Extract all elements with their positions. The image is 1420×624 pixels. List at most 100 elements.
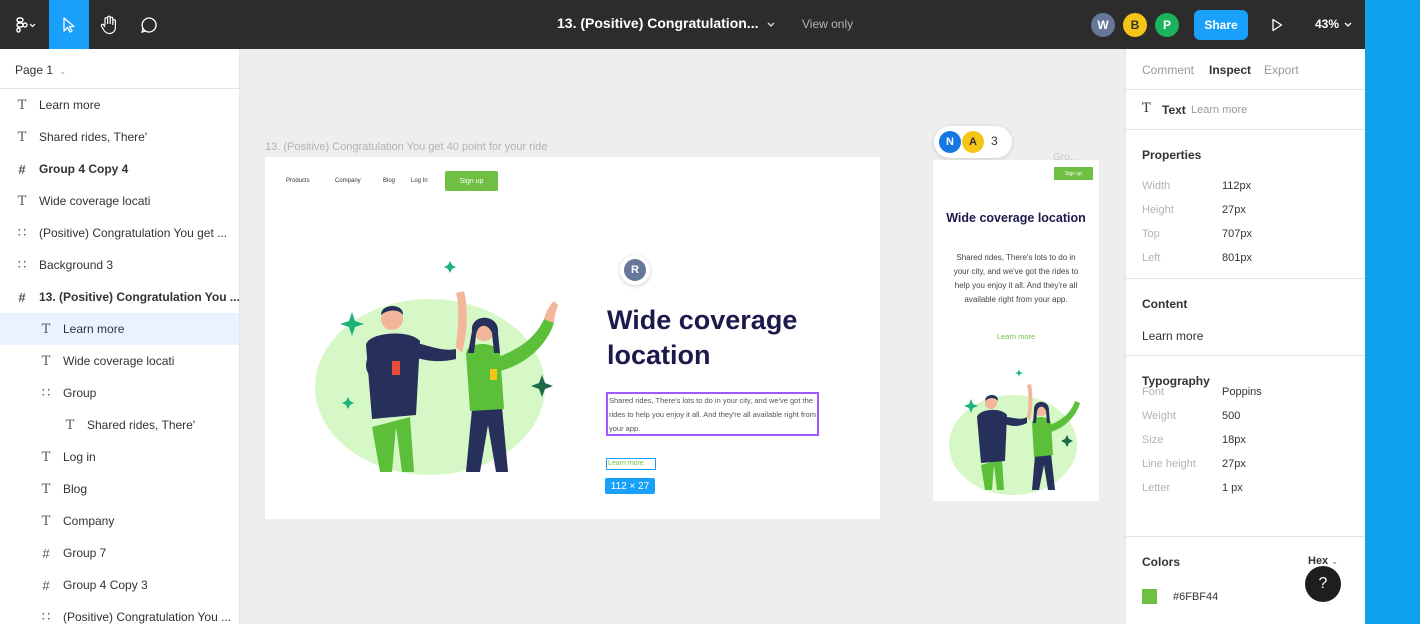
layer-row[interactable]: T Shared rides, There' xyxy=(0,409,239,441)
property-value[interactable]: 112px xyxy=(1222,180,1251,192)
layer-row[interactable]: T Wide coverage locati xyxy=(0,345,239,377)
desktop-frame[interactable]: Products Company Blog Log In Sign up Wid… xyxy=(265,157,880,519)
page-chevron-down-icon: ⌄ xyxy=(59,67,67,76)
property-value[interactable]: 1 px xyxy=(1222,482,1243,494)
layer-row[interactable]: T Blog xyxy=(0,473,239,505)
tab-comment[interactable]: Comment xyxy=(1142,63,1194,77)
property-value[interactable]: 500 xyxy=(1222,410,1240,422)
tab-inspect[interactable]: Inspect xyxy=(1209,63,1251,77)
layers-panel: Page 1 ⌄ T Learn more T Shared rides, There… xyxy=(0,49,240,624)
colors-title: Colors xyxy=(1142,555,1181,569)
page-selector[interactable]: Page 1 ⌄ xyxy=(0,49,239,89)
layer-row[interactable]: T Company xyxy=(0,505,239,537)
content-section: Content Learn more xyxy=(1126,279,1365,356)
top-toolbar: 13. (Positive) Congratulation... View on… xyxy=(0,0,1365,49)
hero-illustration[interactable] xyxy=(310,257,580,482)
chevron-down-icon[interactable] xyxy=(766,21,776,29)
collaborator-n-avatar[interactable]: N xyxy=(939,131,961,153)
group-icon: ∷ xyxy=(41,609,51,624)
layer-row[interactable]: ∷ (Positive) Congratulation You ... xyxy=(0,601,239,624)
property-key: Weight xyxy=(1142,410,1177,422)
text-icon: T xyxy=(17,97,27,113)
layer-row[interactable]: T Log in xyxy=(0,441,239,473)
group-icon: ∷ xyxy=(41,385,51,400)
group-icon: ∷ xyxy=(17,225,27,240)
property-value[interactable]: 27px xyxy=(1222,458,1246,470)
help-button[interactable]: ? xyxy=(1305,566,1341,602)
hero-title[interactable]: Wide coverage location xyxy=(607,303,847,373)
layer-row[interactable]: ∷ (Positive) Congratulation You get ... xyxy=(0,217,239,249)
layer-row[interactable]: # Group 4 Copy 3 xyxy=(0,569,239,601)
property-value[interactable]: 801px xyxy=(1222,252,1252,264)
layer-label: Group 4 Copy 3 xyxy=(63,578,148,592)
collaborator-count: 3 xyxy=(991,134,998,148)
layer-label: Background 3 xyxy=(39,258,114,272)
layer-row[interactable]: #13. (Positive) Congratulation You ... xyxy=(0,281,239,313)
nav-blog[interactable]: Blog xyxy=(383,178,395,184)
nav-login[interactable]: Log In xyxy=(411,178,428,184)
tab-export[interactable]: Export xyxy=(1264,63,1299,77)
layer-row[interactable]: # Group 4 Copy 4 xyxy=(0,153,239,185)
main-menu-button[interactable] xyxy=(0,0,49,49)
layer-row[interactable]: T Learn more xyxy=(0,89,239,121)
design-canvas[interactable]: 13. (Positive) Congratulation You get 40… xyxy=(240,49,1125,624)
learn-more-link[interactable]: Learn more xyxy=(606,458,656,470)
layer-label: Wide coverage locati xyxy=(63,354,175,368)
text-icon: T xyxy=(17,193,27,209)
typography-section: Typography Font Poppins Weight 500 Size 18px L… xyxy=(1126,356,1365,537)
mobile-learn-more[interactable]: Learn more xyxy=(933,332,1099,341)
comment-bubble-icon xyxy=(141,16,157,33)
text-icon: T xyxy=(17,129,27,145)
nav-products[interactable]: Products xyxy=(286,178,310,184)
zoom-level[interactable]: 43% xyxy=(1315,17,1339,31)
layer-row[interactable]: ∷ Background 3 xyxy=(0,249,239,281)
property-value[interactable]: 707px xyxy=(1222,228,1252,240)
share-button[interactable]: Share xyxy=(1194,10,1248,40)
collaborators-pill[interactable]: N A 3 xyxy=(934,126,1012,158)
zoom-chevron-down-icon[interactable] xyxy=(1343,21,1353,29)
frame-label[interactable]: 13. (Positive) Congratulation You get 40… xyxy=(265,141,548,153)
mobile-hero-illustration[interactable] xyxy=(947,365,1087,495)
comment-tool-button[interactable] xyxy=(129,0,169,49)
mobile-frame[interactable]: Sign up Wide coverage location Shared ri… xyxy=(933,160,1099,501)
signup-button[interactable]: Sign up xyxy=(445,171,498,191)
avatar-p[interactable]: P xyxy=(1155,13,1179,37)
property-key: Line height xyxy=(1142,458,1196,470)
layer-row[interactable]: T Learn more xyxy=(0,313,239,345)
collaborator-a-avatar[interactable]: A xyxy=(962,131,984,153)
page-name: Page 1 xyxy=(15,63,54,77)
text-icon: T xyxy=(41,321,51,337)
layer-name: Learn more xyxy=(1191,104,1248,116)
property-key: Height xyxy=(1142,204,1174,216)
frame-icon: # xyxy=(18,289,26,305)
present-play-icon[interactable] xyxy=(1271,18,1283,32)
color-hex-value[interactable]: #6FBF44 xyxy=(1173,591,1218,603)
figma-logo-icon xyxy=(15,16,35,33)
text-icon: T xyxy=(41,481,51,497)
avatar-w[interactable]: W xyxy=(1091,13,1115,37)
content-title: Content xyxy=(1142,297,1188,311)
group-icon: ∷ xyxy=(17,257,27,272)
cursor-arrow-icon xyxy=(63,16,75,33)
avatar-b[interactable]: B xyxy=(1123,13,1147,37)
hero-body-text[interactable]: Shared rides, There's lots to do in your… xyxy=(606,392,819,436)
layer-row[interactable]: T Wide coverage locati xyxy=(0,185,239,217)
frame-icon: # xyxy=(42,545,50,561)
layer-row[interactable]: ∷ Group xyxy=(0,377,239,409)
move-tool-button[interactable] xyxy=(49,0,89,49)
hand-tool-button[interactable] xyxy=(89,0,129,49)
file-title[interactable]: 13. (Positive) Congratulation... xyxy=(557,15,758,31)
property-value[interactable]: Poppins xyxy=(1222,386,1262,398)
color-swatch[interactable] xyxy=(1142,589,1157,604)
mobile-hero-body[interactable]: Shared rides, There's lots to do in your… xyxy=(951,251,1081,307)
mobile-hero-title[interactable]: Wide coverage location xyxy=(933,212,1099,225)
content-value[interactable]: Learn more xyxy=(1142,329,1203,343)
layer-label: (Positive) Congratulation You ... xyxy=(63,610,232,624)
property-value[interactable]: 27px xyxy=(1222,204,1246,216)
layer-row[interactable]: T Shared rides, There' xyxy=(0,121,239,153)
layer-label: Group 7 xyxy=(63,546,107,560)
layer-row[interactable]: # Group 7 xyxy=(0,537,239,569)
nav-company[interactable]: Company xyxy=(335,178,361,184)
property-value[interactable]: 18px xyxy=(1222,434,1246,446)
mobile-signup-button[interactable]: Sign up xyxy=(1054,167,1093,180)
